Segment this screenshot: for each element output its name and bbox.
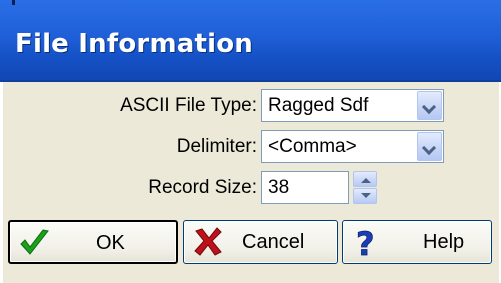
ok-button[interactable]: OK (8, 220, 178, 264)
delimiter-value: <Comma> (268, 136, 357, 157)
spin-down-arrow-icon[interactable] (353, 188, 377, 204)
title-bar-corner-mark (12, 0, 15, 5)
svg-text:?: ? (356, 227, 375, 257)
dialog-title: File Information (15, 29, 253, 59)
delimiter-label: Delimiter: (176, 136, 257, 157)
record-size-value: 38 (268, 177, 290, 198)
record-size-spinner[interactable] (353, 171, 377, 204)
question-mark-icon: ? (356, 227, 375, 257)
cancel-button-label: Cancel (242, 231, 305, 253)
dialog-body: ASCII File Type: Ragged Sdf Delimiter: <… (0, 82, 501, 283)
title-bar[interactable]: File Information (0, 0, 501, 82)
delimiter-select[interactable]: <Comma> (261, 130, 444, 163)
checkmark-icon (20, 229, 49, 255)
record-size-input[interactable]: 38 (261, 171, 349, 204)
x-icon (194, 227, 222, 256)
ok-button-label: OK (96, 232, 125, 254)
chevron-down-icon[interactable] (417, 91, 442, 120)
ascii-file-type-value: Ragged Sdf (268, 95, 369, 116)
chevron-down-icon[interactable] (417, 132, 442, 161)
spin-up-arrow-icon[interactable] (353, 171, 377, 187)
cancel-button[interactable]: Cancel (183, 220, 338, 264)
record-size-label: Record Size: (148, 177, 257, 198)
ascii-file-type-label: ASCII File Type: (120, 95, 257, 116)
help-button[interactable]: ? Help (342, 220, 492, 264)
file-information-dialog: File Information ASCII File Type: Ragged… (0, 0, 501, 283)
ascii-file-type-select[interactable]: Ragged Sdf (261, 89, 444, 122)
help-button-label: Help (423, 231, 465, 253)
